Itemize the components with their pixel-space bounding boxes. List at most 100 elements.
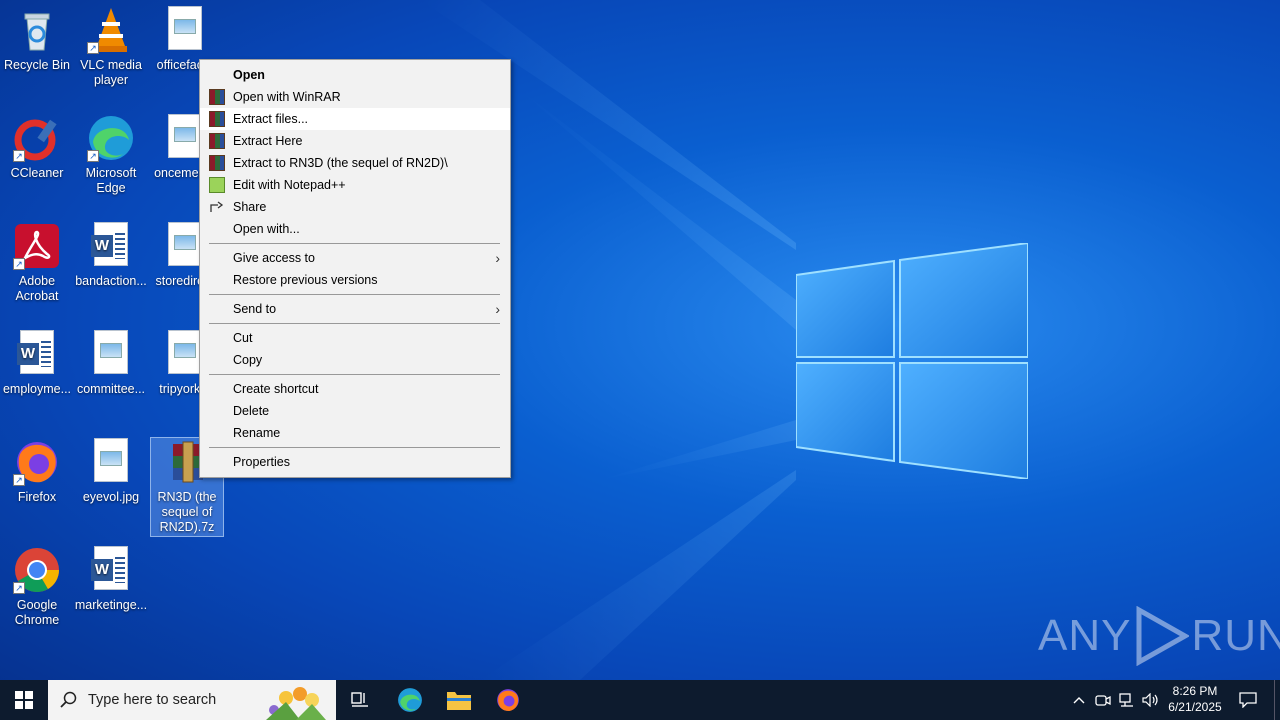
menu-item-label: Extract Here — [233, 134, 303, 148]
menu-item-label: Extract to RN3D (the sequel of RN2D)\ — [233, 156, 448, 170]
start-button[interactable] — [0, 680, 48, 720]
tray-volume-button[interactable] — [1140, 680, 1162, 720]
image-file-icon — [168, 330, 202, 374]
desktop-icon-label: CCleaner — [10, 166, 64, 180]
menu-item-label: Create shortcut — [233, 382, 319, 396]
desktop-icon-recycle-bin[interactable]: Recycle Bin — [0, 6, 74, 73]
menu-item-label: Rename — [233, 426, 281, 440]
taskbar-clock[interactable]: 8:26 PM 6/21/2025 — [1160, 683, 1230, 715]
menu-item-cut[interactable]: Cut — [200, 327, 510, 349]
winrar-icon — [209, 155, 225, 171]
action-center-button[interactable] — [1234, 680, 1262, 720]
menu-item-open-with[interactable]: Open with... — [200, 218, 510, 240]
watermark-text-any: ANY — [1038, 611, 1132, 660]
shortcut-arrow-icon: ↗ — [13, 258, 25, 270]
image-file-icon — [94, 438, 128, 482]
shortcut-arrow-icon: ↗ — [13, 150, 25, 162]
menu-item-extract-files[interactable]: Extract files... — [200, 108, 510, 130]
camera-icon — [1095, 695, 1111, 706]
menu-item-share[interactable]: Share — [200, 196, 510, 218]
desktop-icon-label: Google Chrome — [14, 598, 60, 627]
share-icon — [210, 201, 224, 212]
shortcut-arrow-icon: ↗ — [13, 474, 25, 486]
desktop-icon-firefox[interactable]: ↗ Firefox — [0, 438, 74, 505]
menu-item-edit-notepadpp[interactable]: Edit with Notepad++ — [200, 174, 510, 196]
desktop-icon-committee[interactable]: committee... — [74, 330, 148, 397]
desktop-icon-vlc[interactable]: ↗ VLC media player — [74, 6, 148, 88]
taskbar: Type here to search 8:26 PM 6/21/2025 — [0, 680, 1280, 720]
desktop-icon-marketinge[interactable]: W marketinge... — [74, 546, 148, 613]
watermark-text-run: RUN — [1191, 611, 1280, 660]
taskbar-firefox-button[interactable] — [484, 680, 532, 720]
desktop-icon-label: RN3D (the sequel of RN2D).7z — [157, 490, 217, 534]
menu-item-restore-previous-versions[interactable]: Restore previous versions — [200, 269, 510, 291]
menu-separator — [200, 240, 510, 247]
search-placeholder: Type here to search — [88, 692, 217, 708]
show-desktop-button[interactable] — [1274, 680, 1280, 720]
menu-item-send-to[interactable]: Send to › — [200, 298, 510, 320]
menu-item-rename[interactable]: Rename — [200, 422, 510, 444]
winrar-icon — [209, 89, 225, 105]
taskbar-edge-button[interactable] — [386, 680, 434, 720]
desktop-icon-eyevol[interactable]: eyevol.jpg — [74, 438, 148, 505]
winrar-icon — [209, 111, 225, 127]
menu-item-label: Delete — [233, 404, 270, 418]
image-file-icon — [94, 330, 128, 374]
image-file-icon — [168, 6, 202, 50]
submenu-arrow-icon: › — [495, 250, 500, 266]
menu-item-delete[interactable]: Delete — [200, 400, 510, 422]
menu-item-open[interactable]: Open — [200, 64, 510, 86]
menu-item-extract-here[interactable]: Extract Here — [200, 130, 510, 152]
menu-separator — [200, 444, 510, 451]
menu-item-extract-to-folder[interactable]: Extract to RN3D (the sequel of RN2D)\ — [200, 152, 510, 174]
desktop-icon-label: employme... — [2, 382, 72, 396]
menu-item-label: Restore previous versions — [233, 273, 378, 287]
menu-item-give-access-to[interactable]: Give access to › — [200, 247, 510, 269]
context-menu: Open Open with WinRAR Extract files... E… — [199, 59, 511, 478]
anyrun-watermark: ANY RUN — [1038, 606, 1280, 666]
task-view-icon — [351, 692, 368, 707]
menu-item-label: Share — [233, 200, 267, 214]
edge-icon — [398, 688, 422, 712]
desktop-icon-label: VLC media player — [80, 58, 142, 87]
taskbar-search-box[interactable]: Type here to search — [48, 680, 336, 720]
taskbar-file-explorer-button[interactable] — [435, 680, 483, 720]
network-icon — [1119, 693, 1133, 707]
desktop-icon-employme[interactable]: W employme... — [0, 330, 74, 397]
desktop-icon-edge[interactable]: ↗ Microsoft Edge — [74, 114, 148, 196]
desktop-icon-label: Firefox — [17, 490, 57, 504]
shortcut-arrow-icon: ↗ — [87, 42, 99, 54]
menu-item-create-shortcut[interactable]: Create shortcut — [200, 378, 510, 400]
play-logo-icon — [1136, 606, 1190, 666]
word-document-icon: W — [91, 222, 128, 266]
desktop-icon-bandaction[interactable]: W bandaction... — [74, 222, 148, 289]
menu-separator — [200, 371, 510, 378]
shortcut-arrow-icon: ↗ — [13, 582, 25, 594]
desktop-icon-ccleaner[interactable]: ↗ CCleaner — [0, 114, 74, 181]
windows-logo-wallpaper — [796, 243, 1028, 479]
clock-date: 6/21/2025 — [1168, 700, 1222, 714]
desktop-icon-google-chrome[interactable]: ↗ Google Chrome — [0, 546, 74, 628]
menu-item-label: Send to — [233, 302, 277, 316]
menu-item-copy[interactable]: Copy — [200, 349, 510, 371]
show-hidden-icons-button[interactable] — [1068, 680, 1090, 720]
notification-icon — [1239, 692, 1257, 708]
desktop-icon-label: bandaction... — [75, 274, 147, 288]
winrar-icon — [209, 133, 225, 149]
menu-item-label: Open with... — [233, 222, 300, 236]
menu-item-label: Open with WinRAR — [233, 90, 341, 104]
chevron-up-icon — [1073, 697, 1085, 704]
clock-time: 8:26 PM — [1172, 684, 1218, 698]
tray-meet-button[interactable] — [1092, 680, 1114, 720]
word-document-icon: W — [17, 330, 54, 374]
desktop-icon-adobe-acrobat[interactable]: ↗ Adobe Acrobat — [0, 222, 74, 304]
desktop-icon-label: marketinge... — [74, 598, 148, 612]
file-explorer-icon — [447, 692, 471, 710]
tray-network-button[interactable] — [1116, 680, 1138, 720]
menu-item-open-with-winrar[interactable]: Open with WinRAR — [200, 86, 510, 108]
task-view-button[interactable] — [336, 680, 384, 720]
notepadpp-icon — [209, 177, 225, 193]
desktop-icon-label: Adobe Acrobat — [15, 274, 59, 303]
shortcut-arrow-icon: ↗ — [87, 150, 99, 162]
menu-item-properties[interactable]: Properties — [200, 451, 510, 473]
